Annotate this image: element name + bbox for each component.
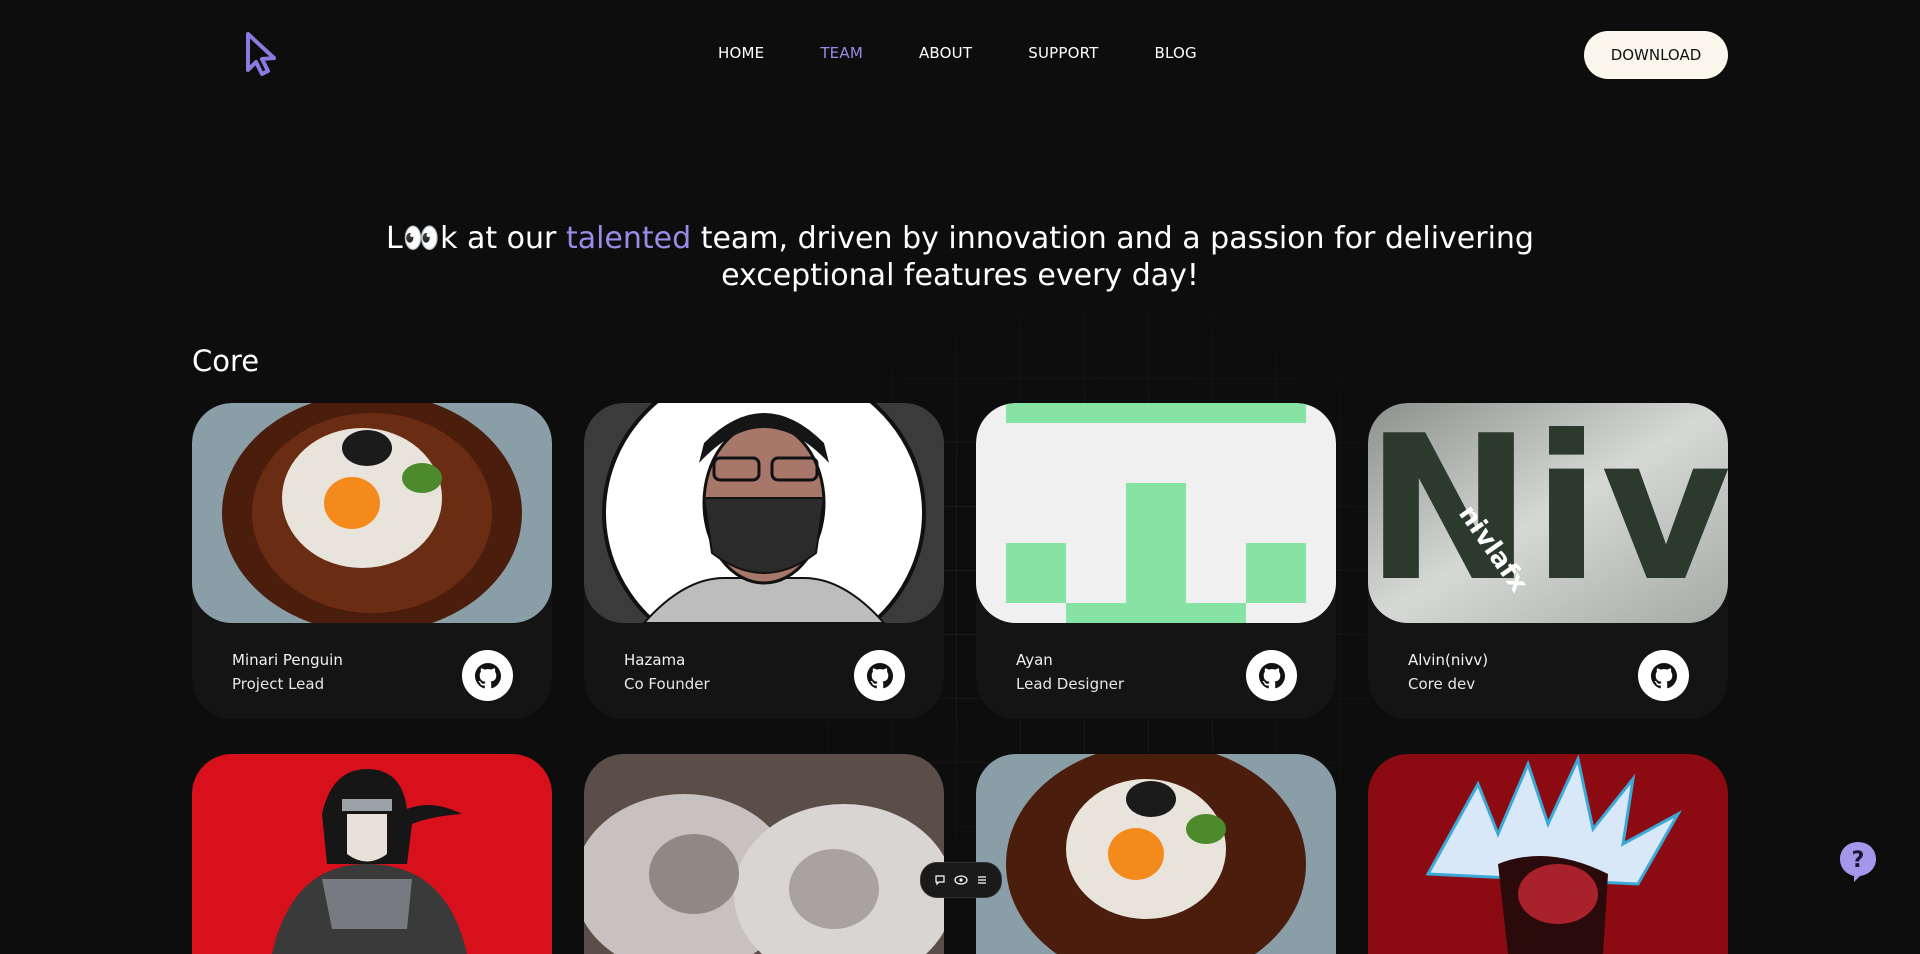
chat-icon[interactable]: [934, 874, 946, 886]
hero-text-l: L: [386, 221, 403, 256]
member-name: Minari Penguin: [232, 651, 343, 669]
main-nav: HOME TEAM ABOUT SUPPORT BLOG: [718, 44, 1253, 62]
floating-toolbar: [920, 862, 1002, 898]
hero-heading: L👀k at our talented team, driven by inno…: [360, 220, 1560, 294]
member-avatar-udon: [976, 754, 1336, 954]
member-avatar-itachi: [192, 754, 552, 954]
github-icon: [474, 662, 501, 688]
member-avatar-ayan: [976, 403, 1336, 623]
menu-icon[interactable]: [976, 874, 988, 886]
nav-team[interactable]: TEAM: [820, 44, 863, 62]
member-avatar-hazama: [584, 403, 944, 623]
github-icon: [866, 662, 893, 688]
member-role: Project Lead: [232, 675, 325, 693]
cursor-logo-icon[interactable]: [242, 30, 282, 78]
member-role: Co Founder: [624, 675, 710, 693]
github-link[interactable]: [854, 650, 905, 701]
nav-about[interactable]: ABOUT: [919, 44, 972, 62]
hero-text-line2: exceptional features every day!: [721, 258, 1199, 293]
eyes-icon: 👀: [402, 221, 441, 256]
member-name: Alvin(nivv): [1408, 651, 1489, 669]
member-name: Ayan: [1016, 651, 1053, 669]
member-name: Hazama: [624, 651, 686, 669]
github-link[interactable]: [1246, 650, 1297, 701]
nav-support[interactable]: SUPPORT: [1028, 44, 1098, 62]
github-link[interactable]: [462, 650, 513, 701]
site-header: HOME TEAM ABOUT SUPPORT BLOG DOWNLOAD: [0, 0, 1920, 110]
hero-accent-word: talented: [565, 221, 692, 256]
member-card-hazama: Hazama Co Founder: [584, 403, 944, 719]
member-role: Lead Designer: [1016, 675, 1124, 693]
download-button[interactable]: DOWNLOAD: [1584, 31, 1728, 79]
section-title-core: Core: [192, 344, 260, 378]
member-role: Core dev: [1408, 675, 1476, 693]
member-avatar-alvin: Niv nivlafx: [1368, 403, 1728, 623]
github-icon: [1650, 662, 1677, 688]
help-icon[interactable]: ?: [1838, 840, 1878, 884]
svg-text:?: ?: [1852, 848, 1865, 873]
nav-blog[interactable]: BLOG: [1155, 44, 1197, 62]
github-link[interactable]: [1638, 650, 1689, 701]
member-avatar-goku: [1368, 754, 1728, 954]
avatar-niv-text: Niv: [1368, 403, 1728, 623]
hero-text-1: k at our: [440, 221, 566, 256]
github-icon: [1258, 662, 1285, 688]
member-card-minari: Minari Penguin Project Lead: [192, 403, 552, 719]
nav-home[interactable]: HOME: [718, 44, 764, 62]
member-avatar-minari: [192, 403, 552, 623]
member-card-alvin: Niv nivlafx Alvin(nivv) Core dev: [1368, 403, 1728, 719]
member-avatar-cats: [584, 754, 944, 954]
member-card-ayan: Ayan Lead Designer: [976, 403, 1336, 719]
eye-icon[interactable]: [954, 874, 968, 886]
hero-text-2: team, driven by innovation and a passion…: [691, 221, 1534, 256]
